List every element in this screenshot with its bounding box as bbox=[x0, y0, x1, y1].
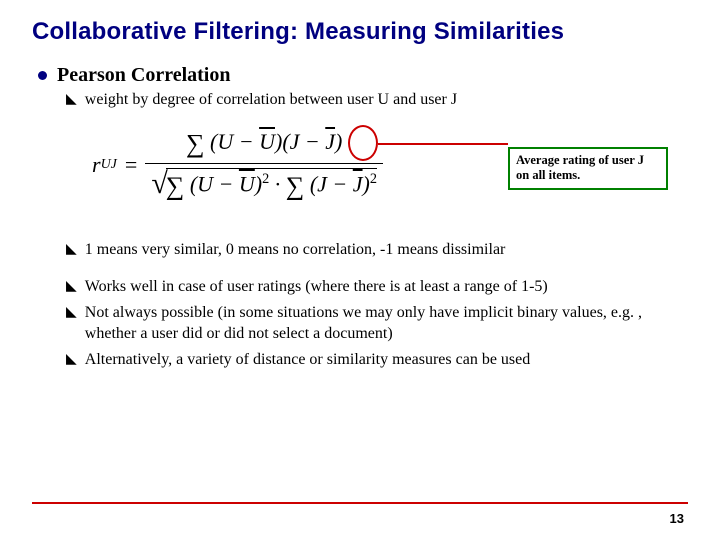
footer-line bbox=[32, 502, 688, 505]
bullet-dot-icon bbox=[38, 71, 47, 80]
var-U2: U bbox=[197, 171, 213, 196]
var-J2: J bbox=[317, 171, 327, 196]
sum-icon-3: ∑ bbox=[286, 171, 305, 200]
sqrt-bar: ∑ (U − U)2 · ∑ (J − J)2 bbox=[166, 168, 377, 201]
rp2: ) bbox=[335, 129, 342, 154]
sq2: 2 bbox=[370, 171, 377, 187]
var-Jbar: J bbox=[325, 129, 335, 154]
sq1: 2 bbox=[262, 171, 269, 187]
bullet-sub-row: ◣ weight by degree of correlation betwee… bbox=[66, 89, 688, 111]
bullet-sub-row: ◣ Alternatively, a variety of distance o… bbox=[66, 349, 688, 371]
sqrt: √ ∑ (U − U)2 · ∑ (J − J)2 bbox=[151, 168, 377, 201]
bullet-sub-text: Alternatively, a variety of distance or … bbox=[85, 349, 530, 371]
formula-lhs-var: r bbox=[92, 152, 101, 178]
var-U: U bbox=[217, 129, 233, 154]
formula-denominator: √ ∑ (U − U)2 · ∑ (J − J)2 bbox=[145, 163, 383, 201]
slide-title: Collaborative Filtering: Measuring Simil… bbox=[32, 18, 688, 46]
rp4: ) bbox=[363, 171, 370, 196]
callout-line1: Average rating of user J bbox=[516, 153, 660, 169]
bullet-sub-text: Works well in case of user ratings (wher… bbox=[85, 276, 548, 298]
minus3: − bbox=[219, 171, 234, 196]
arrow-icon: ◣ bbox=[66, 304, 77, 321]
sum-icon-2: ∑ bbox=[166, 171, 185, 200]
lp2: ( bbox=[282, 129, 289, 154]
sum-icon: ∑ bbox=[186, 129, 205, 158]
callout-ring-icon bbox=[348, 125, 378, 161]
bullet-sub-text: weight by degree of correlation between … bbox=[85, 89, 457, 111]
var-J: J bbox=[290, 129, 300, 154]
bullet-sub-row: ◣ 1 means very similar, 0 means no corre… bbox=[66, 239, 688, 261]
second-block: ◣ 1 means very similar, 0 means no corre… bbox=[32, 239, 688, 371]
minus: − bbox=[239, 129, 254, 154]
arrow-icon: ◣ bbox=[66, 351, 77, 368]
bullet-main-row: Pearson Correlation bbox=[38, 64, 688, 87]
page-number: 13 bbox=[670, 511, 684, 526]
bullet-sub-text: Not always possible (in some situations … bbox=[85, 302, 688, 345]
callout-box: Average rating of user J on all items. bbox=[508, 147, 668, 190]
bullet-sub-row: ◣ Works well in case of user ratings (wh… bbox=[66, 276, 688, 298]
bullet-main-text: Pearson Correlation bbox=[57, 64, 231, 87]
var-Ubar: U bbox=[259, 129, 275, 154]
dot: · bbox=[275, 171, 281, 196]
bullet-sub-row: ◣ Not always possible (in some situation… bbox=[66, 302, 688, 345]
minus2: − bbox=[305, 129, 320, 154]
callout-line2: on all items. bbox=[516, 168, 660, 184]
slide: Collaborative Filtering: Measuring Simil… bbox=[0, 0, 720, 540]
formula-numerator: ∑ (U − U)(J − J) bbox=[180, 129, 348, 163]
arrow-icon: ◣ bbox=[66, 278, 77, 295]
arrow-icon: ◣ bbox=[66, 91, 77, 108]
var-Ubar2: U bbox=[239, 171, 255, 196]
formula-lhs-sub: UJ bbox=[101, 157, 117, 173]
bullet-sub-text: 1 means very similar, 0 means no correla… bbox=[85, 239, 506, 261]
minus4: − bbox=[332, 171, 347, 196]
arrow-icon: ◣ bbox=[66, 241, 77, 258]
callout-line bbox=[378, 143, 508, 145]
var-Jbar2: J bbox=[353, 171, 363, 196]
formula-eq: = bbox=[125, 152, 137, 178]
formula-block: rUJ = ∑ (U − U)(J − J) √ ∑ (U bbox=[92, 129, 688, 217]
